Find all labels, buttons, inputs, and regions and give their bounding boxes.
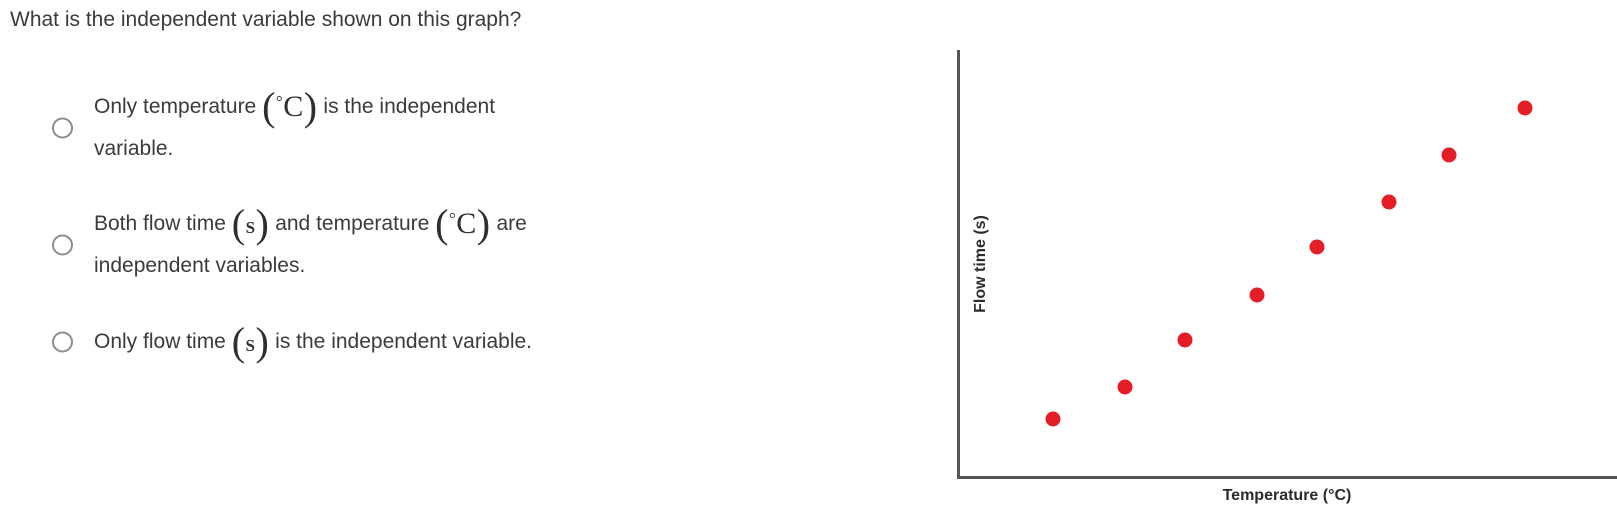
answer-option-both[interactable]: Both flow time (s) and temperature (°C) … bbox=[46, 200, 746, 290]
data-point bbox=[1177, 332, 1193, 348]
option1-text-a: Only temperature bbox=[94, 95, 263, 118]
answer-option-label-flowtime-only: Only flow time (s) is the independent va… bbox=[94, 321, 532, 363]
paren-open-icon: ( bbox=[231, 319, 246, 364]
data-point bbox=[1517, 100, 1533, 116]
answer-option-temperature-only[interactable]: Only temperature (°C) is the independent… bbox=[46, 86, 746, 170]
question-prompt: What is the independent variable shown o… bbox=[10, 8, 522, 31]
unit-seconds-2: (s) bbox=[232, 322, 270, 362]
paren-close-icon: ) bbox=[255, 319, 270, 364]
degree-sign-icon: ° bbox=[448, 209, 457, 228]
option1-text-b: is the independent bbox=[317, 95, 496, 118]
paren-close-icon: ) bbox=[476, 201, 491, 246]
option1-text-c: variable. bbox=[94, 137, 174, 160]
unit-seconds-1: (s) bbox=[232, 204, 270, 244]
y-axis-line bbox=[957, 50, 960, 479]
x-axis-label: Temperature (°C) bbox=[1222, 487, 1352, 504]
unit-celsius-1: (°C) bbox=[262, 87, 317, 127]
data-point bbox=[1249, 287, 1265, 303]
scatter-chart: Flow time (s) Temperature (°C) bbox=[900, 0, 1617, 524]
degree-sign-icon: ° bbox=[275, 92, 284, 111]
celsius-symbol: C bbox=[283, 90, 304, 123]
option2-text-d: independent variables. bbox=[94, 254, 306, 277]
radio-button-temperature-only[interactable] bbox=[52, 117, 73, 139]
paren-close-icon: ) bbox=[303, 84, 318, 129]
data-point bbox=[1381, 194, 1397, 210]
unit-celsius-2: (°C) bbox=[435, 204, 490, 244]
option3-text-a: Only flow time bbox=[94, 330, 232, 353]
plot-area: Flow time (s) Temperature (°C) bbox=[957, 50, 1617, 504]
radio-button-both[interactable] bbox=[52, 234, 73, 256]
data-point bbox=[1045, 411, 1061, 427]
paren-close-icon: ) bbox=[255, 201, 270, 246]
y-axis-label: Flow time (s) bbox=[971, 215, 989, 313]
option2-text-b: and temperature bbox=[269, 212, 436, 235]
answer-option-label-temperature-only: Only temperature (°C) is the independent… bbox=[94, 86, 694, 170]
paren-open-icon: ( bbox=[262, 84, 276, 129]
seconds-symbol: s bbox=[245, 213, 256, 239]
x-axis-line bbox=[957, 476, 1617, 479]
paren-open-icon: ( bbox=[435, 201, 449, 246]
data-point bbox=[1309, 239, 1325, 255]
paren-open-icon: ( bbox=[231, 201, 246, 246]
data-point bbox=[1441, 147, 1457, 163]
option3-text-b: is the independent variable. bbox=[269, 330, 533, 353]
celsius-symbol: C bbox=[456, 207, 477, 240]
radio-button-flowtime-only[interactable] bbox=[52, 331, 73, 353]
answer-options-list: Only temperature (°C) is the independent… bbox=[46, 86, 746, 364]
seconds-symbol: s bbox=[245, 331, 256, 357]
option2-text-a: Both flow time bbox=[94, 212, 232, 235]
option2-text-c: are bbox=[490, 212, 527, 235]
answer-option-label-both: Both flow time (s) and temperature (°C) … bbox=[94, 203, 694, 287]
answer-option-flowtime-only[interactable]: Only flow time (s) is the independent va… bbox=[46, 320, 746, 364]
data-point bbox=[1117, 379, 1133, 395]
